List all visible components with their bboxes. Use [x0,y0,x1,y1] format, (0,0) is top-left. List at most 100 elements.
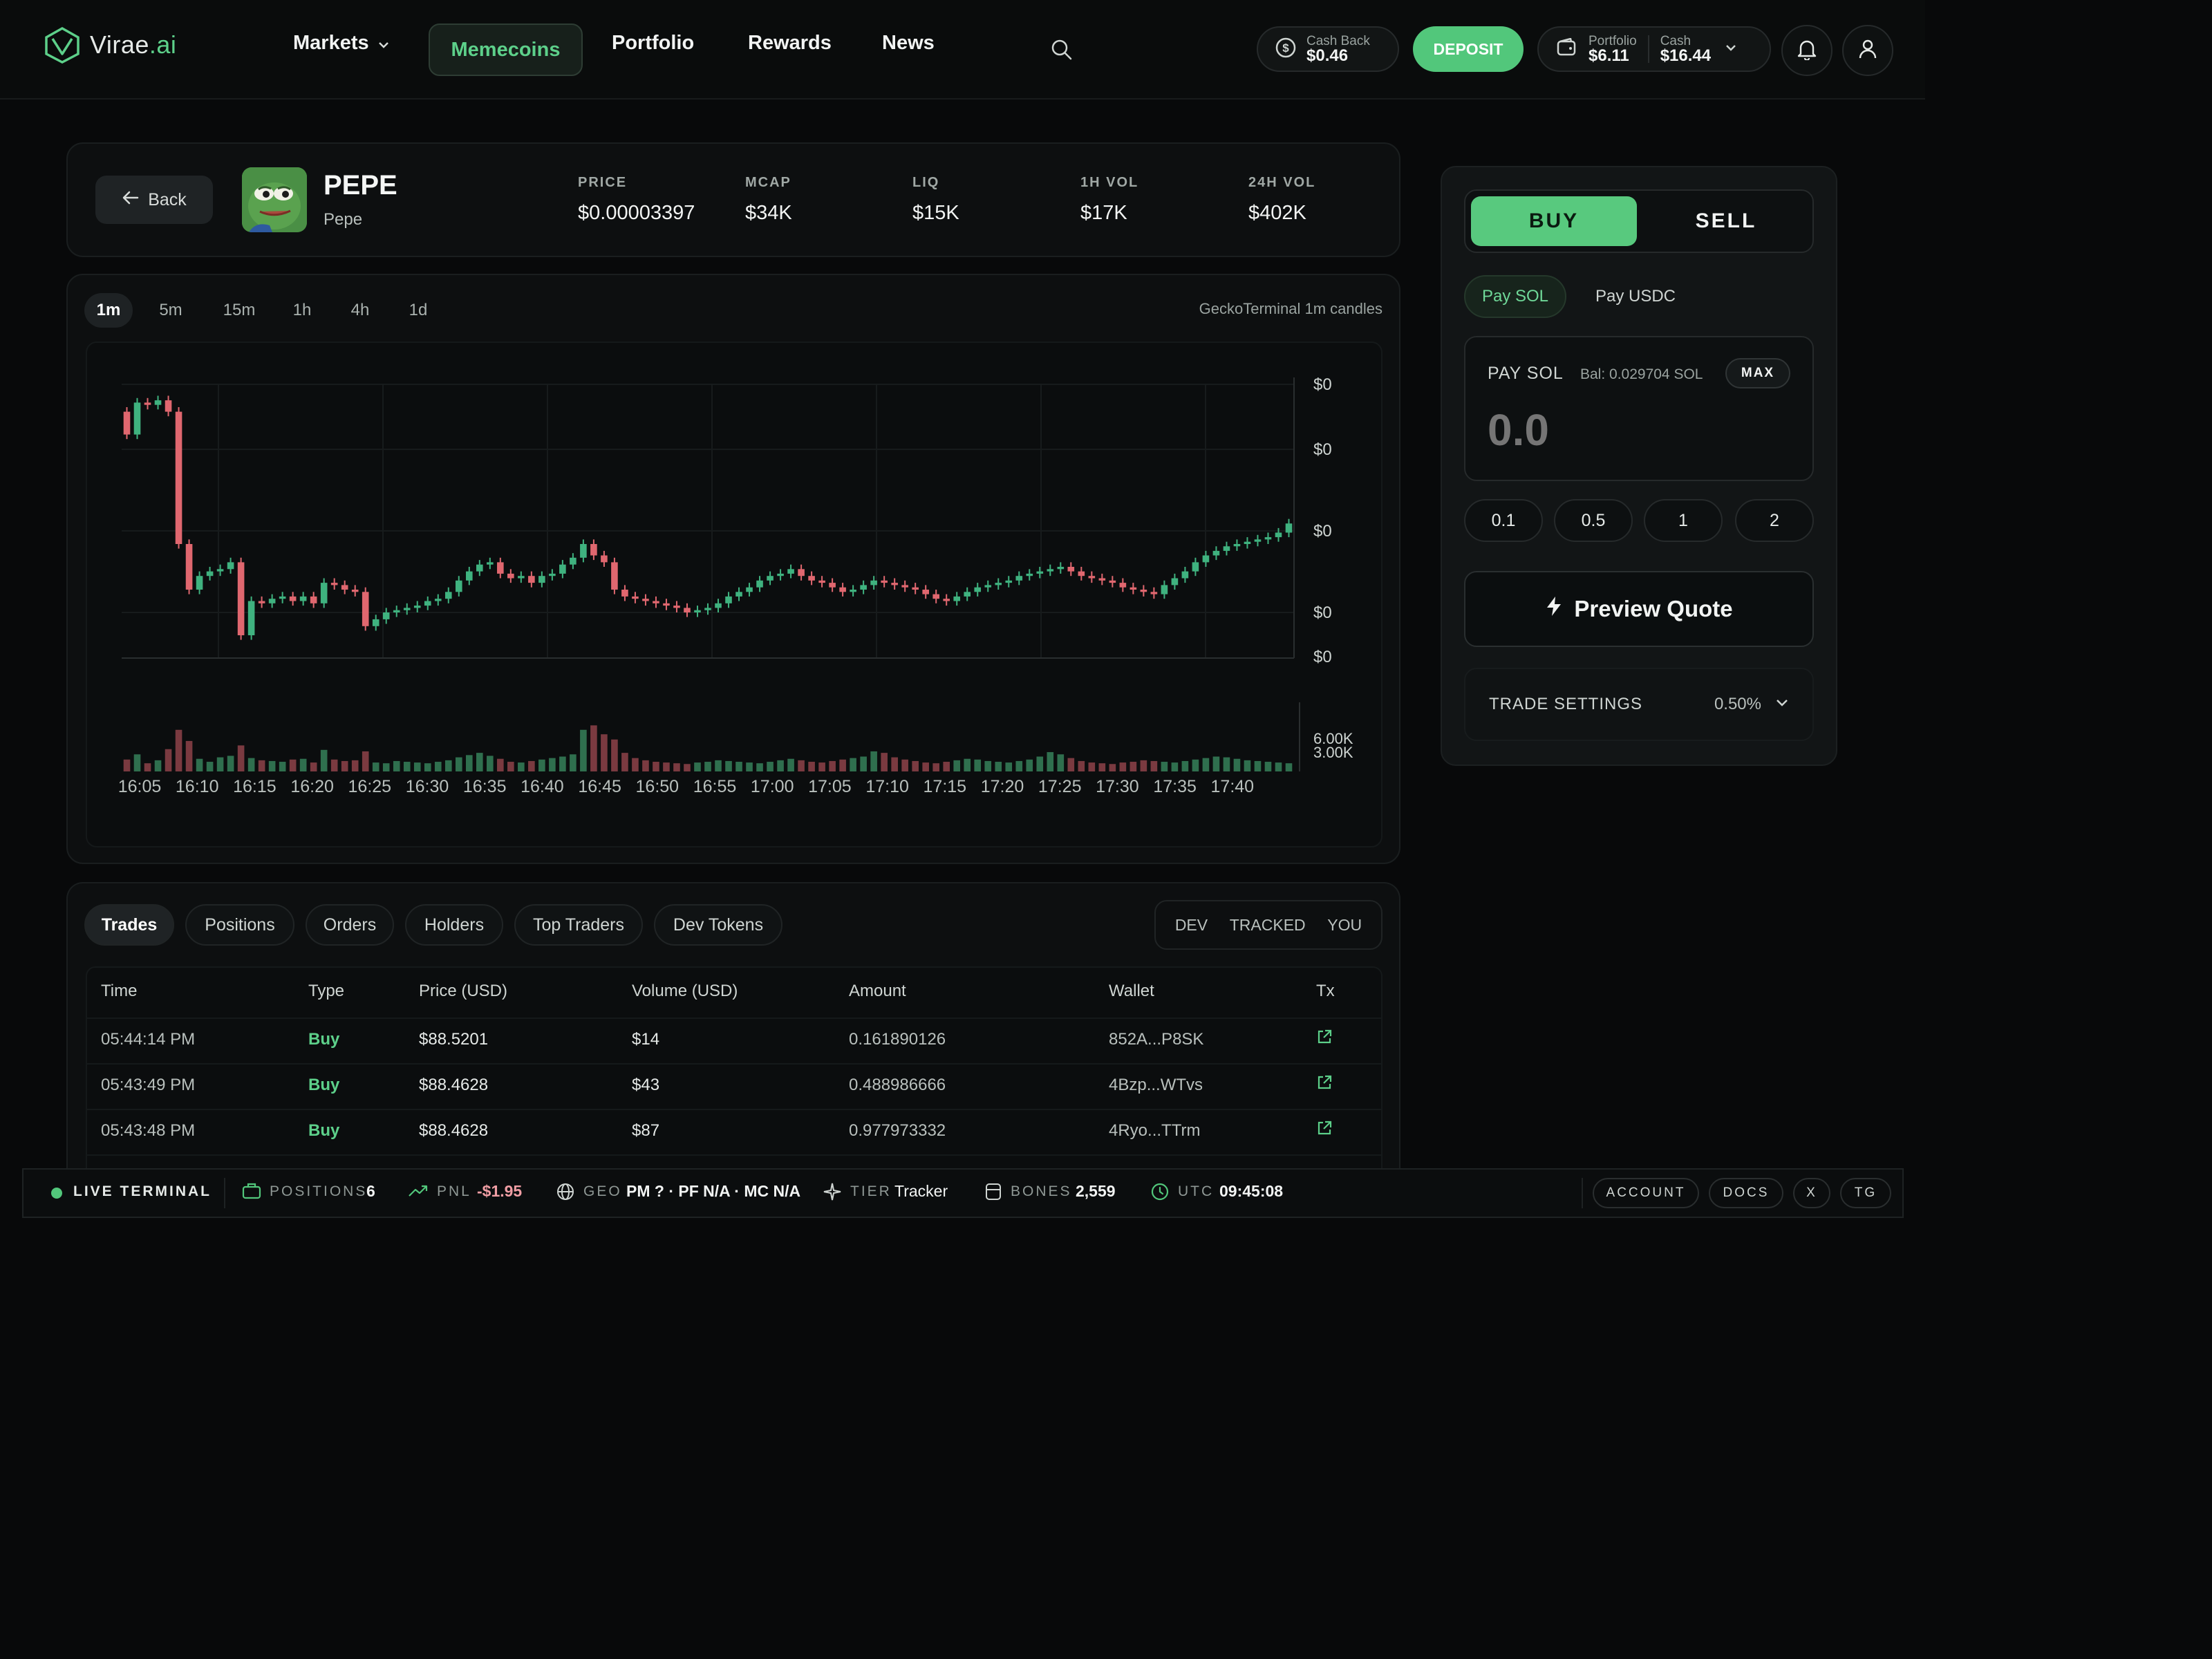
volume-bar [538,759,545,771]
preview-quote-button[interactable]: Preview Quote [1464,571,1814,647]
price-axis-label: $0 [1313,522,1332,541]
svg-text:$: $ [1282,41,1289,55]
tab-orders[interactable]: Orders [306,904,394,946]
tab-top-traders[interactable]: Top Traders [514,904,643,946]
timeframe-1m[interactable]: 1m [84,293,133,328]
max-button[interactable]: MAX [1725,358,1790,388]
candle-body [444,592,452,599]
trade-row-1-wallet[interactable]: 4Bzp...WTvs [1109,1076,1203,1095]
profile-button[interactable] [1842,25,1893,76]
timeframe-15m[interactable]: 15m [212,293,267,328]
candle-body [870,580,877,585]
search-icon[interactable] [1049,37,1074,66]
stat-mcap-label: MCAP [745,175,791,190]
volume-bar [299,758,307,771]
cash-value: $16.44 [1660,46,1712,65]
trade-settings-toggle[interactable]: TRADE SETTINGS 0.50% [1464,668,1814,741]
divider [224,1178,225,1208]
volume-bar [984,760,992,771]
candle-body [891,583,898,585]
candle-body [382,612,390,619]
logo-wordmark[interactable]: Virae.ai [90,30,176,59]
time-axis-label: 17:10 [865,777,909,796]
timeframe-1d[interactable]: 1d [395,293,441,328]
trade-row-0-time: 05:44:14 PM [101,1030,196,1049]
account-button[interactable]: ACCOUNT [1593,1178,1699,1208]
volume-bar [279,762,286,771]
candle-body [725,596,732,603]
candle-body [227,562,234,570]
stat-liq-value: $15K [912,202,959,224]
tab-holders[interactable]: Holders [405,904,503,946]
volume-bar [891,757,898,771]
nav-portfolio[interactable]: Portfolio [612,32,694,55]
nav-markets[interactable]: Markets [293,32,390,55]
deposit-button[interactable]: DEPOSIT [1413,26,1524,72]
candle-body [684,608,691,612]
trade-row-2-wallet[interactable]: 4Ryo...TTrm [1109,1121,1200,1141]
back-button[interactable]: Back [95,176,213,224]
tab-positions[interactable]: Positions [185,904,294,946]
buy-tab[interactable]: BUY [1471,196,1637,246]
wallet-balances-pill[interactable]: Portfolio $6.11 Cash $16.44 [1537,26,1771,72]
candle-body [632,596,639,599]
price-axis-label: $0 [1313,603,1332,622]
timeframe-5m[interactable]: 5m [147,293,195,328]
nav-rewards[interactable]: Rewards [748,32,832,55]
candle-body [850,590,856,592]
preset-amount-0-5[interactable]: 0.5 [1554,499,1633,542]
preset-amount-2[interactable]: 2 [1735,499,1814,542]
candlestick-chart[interactable]: $0$0$0$0$06.00K3.00K16:05 16:10 16:15 16:20… [87,343,1384,849]
volume-bar [133,754,141,771]
preset-amount-0-1[interactable]: 0.1 [1464,499,1543,542]
preset-amount-1[interactable]: 1 [1644,499,1723,542]
volume-bar [663,762,670,771]
volume-bar [704,762,711,771]
filter-tracked[interactable]: TRACKED [1230,916,1306,935]
volume-bar [756,763,763,771]
sell-tab[interactable]: SELL [1645,196,1807,246]
tab-dev-tokens[interactable]: Dev Tokens [654,904,782,946]
nav-memecoins[interactable]: Memecoins [429,24,583,76]
tab-trades[interactable]: Trades [84,904,174,946]
candle-body [1067,567,1075,572]
candle-body [133,402,141,435]
timeframe-1h[interactable]: 1h [279,293,325,328]
filter-dev[interactable]: DEV [1175,916,1208,935]
volume-bar [518,762,525,771]
pay-sol-option[interactable]: Pay SOL [1464,275,1566,318]
external-link-icon[interactable] [1316,1120,1333,1140]
external-link-icon[interactable] [1316,1029,1333,1049]
telegram-button[interactable]: TG [1840,1178,1891,1208]
logo-icon[interactable] [44,26,80,64]
candle-body [1140,590,1147,592]
slippage-value: 0.50% [1714,695,1761,713]
volume-bar [839,759,846,771]
pay-amount-input[interactable] [1486,402,1790,458]
trade-row-2-time: 05:43:48 PM [101,1121,196,1140]
notifications-button[interactable] [1781,25,1833,76]
filter-you[interactable]: YOU [1327,916,1362,935]
cash-back-pill[interactable]: $ Cash Back $0.46 [1257,26,1399,72]
pay-usdc-option[interactable]: Pay USDC [1579,275,1692,318]
tier-label: TIER [850,1183,892,1199]
positions-value: 6 [366,1182,375,1200]
candle-body [715,603,722,608]
positions-label: POSITIONS [270,1183,368,1199]
nav-news[interactable]: News [882,32,935,55]
candle-body [953,596,961,601]
x-social-button[interactable]: X [1793,1178,1830,1208]
candle-body [767,576,774,581]
docs-button[interactable]: DOCS [1709,1178,1783,1208]
trade-row-0-wallet[interactable]: 852A...P8SK [1109,1030,1203,1049]
nav-markets-label: Markets [293,32,369,54]
external-link-icon[interactable] [1316,1074,1333,1094]
trade-row-1-time: 05:43:49 PM [101,1076,196,1094]
candle-body [881,580,888,583]
volume-bar [881,753,888,771]
price-chart-area[interactable]: $0 $0 $0 $0 $0 6.00K 3.00K 16:05 16:10 16:15 16:20… [86,341,1382,847]
timeframe-4h[interactable]: 4h [337,293,383,328]
candle-body [455,580,462,592]
volume-bar [216,757,224,771]
header-divider [86,1018,1382,1019]
